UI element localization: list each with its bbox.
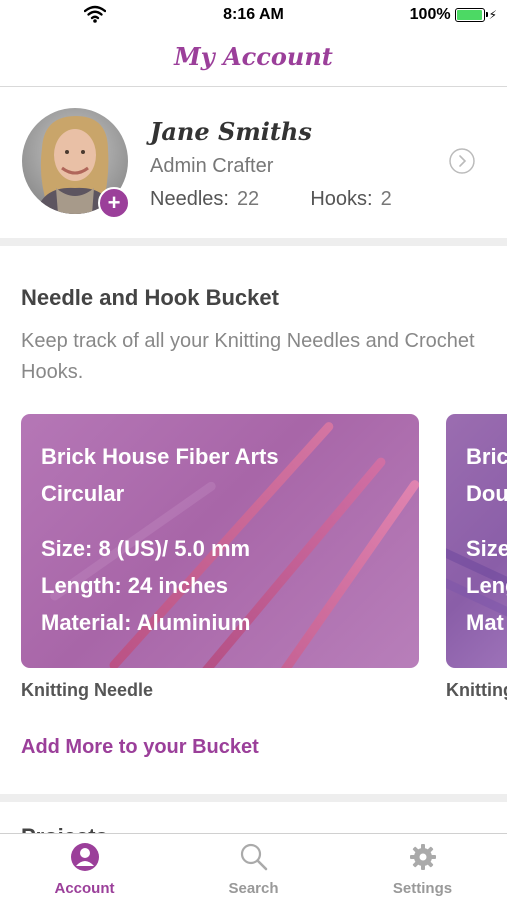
card-details: Bric Dou Size Leng Mat [466, 438, 507, 641]
add-more-link[interactable]: Add More to your Bucket [21, 736, 259, 759]
hooks-count: 2 [380, 188, 392, 210]
profile-role: Admin Crafter [150, 155, 274, 177]
nav-bar: My Account [0, 32, 507, 87]
card-brand: Bric [466, 444, 507, 469]
profile-name: Jane Smiths [150, 117, 312, 146]
profile-card[interactable]: + Jane Smiths Admin Crafter Needles: 22 H… [0, 87, 507, 239]
card-details: Brick House Fiber Arts Circular Size: 8 … [41, 438, 279, 641]
card-caption: Knitting [446, 680, 507, 700]
gear-icon [410, 844, 436, 870]
card-brand: Brick House Fiber Arts [41, 444, 279, 469]
search-icon [240, 843, 268, 871]
hooks-label: Hooks: [310, 188, 373, 210]
battery-icon [454, 8, 488, 22]
card-style: Circular [41, 481, 125, 506]
tab-label: Account [54, 880, 115, 897]
account-icon [71, 843, 99, 871]
divider [0, 794, 507, 802]
bucket-card[interactable]: Brick House Fiber Arts Circular Size: 8 … [21, 414, 419, 668]
bucket-title: Needle and Hook Bucket [21, 285, 279, 310]
profile-stats: Needles: 22 Hooks: 2 [150, 188, 392, 211]
page-title: My Account [174, 42, 333, 71]
card-length: Length: 24 inches [41, 573, 229, 598]
tab-bar: Account Search Settings [0, 833, 507, 901]
tab-label: Settings [392, 880, 453, 897]
tab-account[interactable]: Account [0, 834, 169, 901]
card-material: Material: Aluminium [41, 610, 251, 635]
bucket-card[interactable]: Bric Dou Size Leng Mat [446, 414, 507, 668]
divider [0, 238, 507, 246]
charging-icon: ⚡ [488, 8, 497, 22]
needles-count: 22 [236, 188, 260, 210]
card-caption: Knitting Needle [21, 680, 154, 700]
tab-search[interactable]: Search [169, 834, 338, 901]
bucket-description: Keep track of all your Knitting Needles … [21, 330, 475, 383]
status-bar: 8:16 AM 100% ⚡ [0, 0, 507, 32]
tab-label: Search [228, 880, 279, 897]
add-photo-button[interactable]: + [98, 187, 130, 219]
tab-settings[interactable]: Settings [338, 834, 507, 901]
battery-percent: 100% [409, 6, 451, 23]
card-size: Size [466, 536, 507, 561]
needles-label: Needles: [150, 188, 229, 210]
card-size: Size: 8 (US)/ 5.0 mm [41, 536, 251, 561]
card-style: Dou [466, 481, 507, 506]
chevron-right-icon[interactable] [449, 148, 475, 174]
card-length: Leng [466, 573, 507, 598]
card-material: Mat [466, 610, 504, 635]
